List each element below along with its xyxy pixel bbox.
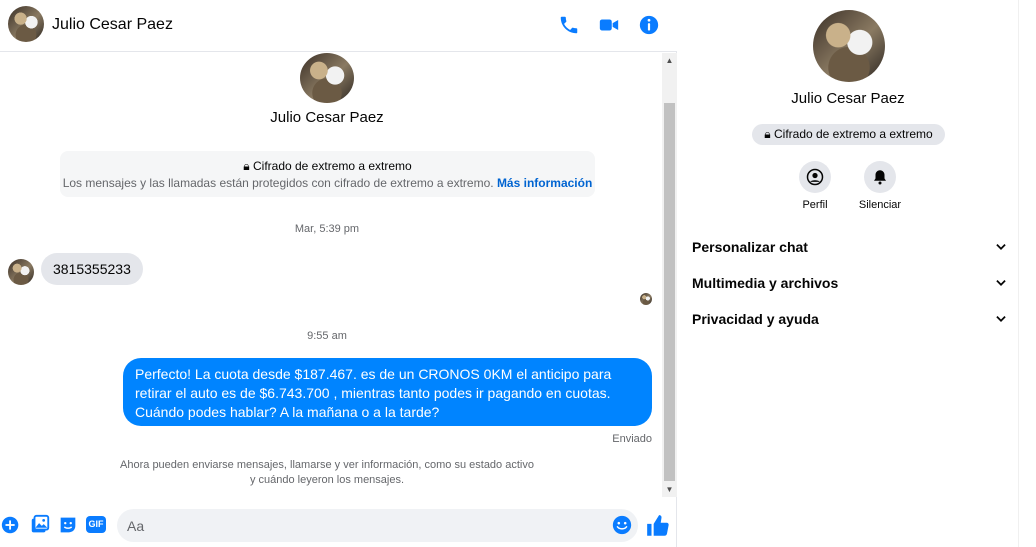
scrollbar[interactable]: ▲ ▼ <box>662 53 677 497</box>
e2e-notice: 🔒︎ Cifrado de extremo a extremo Los mens… <box>60 151 595 197</box>
bell-icon <box>874 170 886 185</box>
phone-icon[interactable] <box>558 14 580 36</box>
activity-notice: Ahora pueden enviarse mensajes, llamarse… <box>120 459 534 486</box>
section-customize-chat[interactable]: Personalizar chat <box>692 229 1008 265</box>
photo-icon[interactable] <box>29 514 51 536</box>
messenger-window: Julio Cesar Paez Julio Cesar Paez 🔒︎ Cif… <box>0 0 1036 547</box>
incoming-message[interactable]: 3815355233 <box>41 253 143 285</box>
chat-panel: Julio Cesar Paez Julio Cesar Paez 🔒︎ Cif… <box>0 0 677 547</box>
timestamp: Mar, 5:39 pm <box>294 223 360 235</box>
contact-avatar[interactable] <box>8 6 44 42</box>
e2e-badge: 🔒︎ Cifrado de extremo a extremo <box>752 124 945 145</box>
more-info-link[interactable]: Más información <box>497 176 592 190</box>
emoji-icon[interactable] <box>611 514 633 536</box>
lock-icon: 🔒︎ <box>243 159 250 173</box>
mute-action[interactable]: Silenciar <box>847 161 913 211</box>
chevron-down-icon <box>996 316 1006 322</box>
e2e-title: Cifrado de extremo a extremo <box>252 159 412 173</box>
e2e-description: Los mensajes y las llamadas están proteg… <box>62 176 494 190</box>
lock-icon: 🔒︎ <box>764 127 771 141</box>
side-contact-avatar <box>813 10 885 82</box>
conversation-info-panel: Julio Cesar Paez 🔒︎ Cifrado de extremo a… <box>678 0 1018 547</box>
message-input[interactable] <box>117 509 638 542</box>
sent-status: Enviado <box>612 433 652 445</box>
chevron-down-icon <box>996 280 1006 286</box>
profile-label: Perfil <box>802 199 828 211</box>
conversation-contact-name: Julio Cesar Paez <box>270 109 384 126</box>
composer: GIF <box>0 505 677 547</box>
side-contact-name: Julio Cesar Paez <box>791 90 905 107</box>
window-edge <box>1018 0 1036 547</box>
chat-header: Julio Cesar Paez <box>0 0 677 52</box>
scroll-up-arrow-icon[interactable]: ▲ <box>662 53 677 68</box>
mute-label: Silenciar <box>858 199 902 211</box>
sticker-icon[interactable] <box>57 514 79 536</box>
chevron-down-icon <box>996 244 1006 250</box>
timestamp: 9:55 am <box>307 330 347 342</box>
scroll-down-arrow-icon[interactable]: ▼ <box>662 482 677 497</box>
sender-avatar <box>8 259 34 285</box>
scrollbar-thumb[interactable] <box>664 103 675 481</box>
message-list[interactable]: Julio Cesar Paez 🔒︎ Cifrado de extremo a… <box>0 53 662 497</box>
like-icon[interactable] <box>645 513 671 539</box>
section-privacy-help[interactable]: Privacidad y ayuda <box>692 301 1008 337</box>
read-receipt-avatar <box>640 293 652 305</box>
gif-icon[interactable]: GIF <box>86 516 106 533</box>
section-media-files[interactable]: Multimedia y archivos <box>692 265 1008 301</box>
contact-name[interactable]: Julio Cesar Paez <box>52 16 173 34</box>
plus-icon[interactable] <box>0 514 22 536</box>
video-call-icon[interactable] <box>598 14 620 36</box>
outgoing-message[interactable]: Perfecto! La cuota desde $187.467. es de… <box>123 358 652 426</box>
conversation-avatar <box>300 53 354 103</box>
profile-icon <box>806 168 824 186</box>
profile-action[interactable]: Perfil <box>782 161 848 211</box>
info-icon[interactable] <box>638 14 660 36</box>
